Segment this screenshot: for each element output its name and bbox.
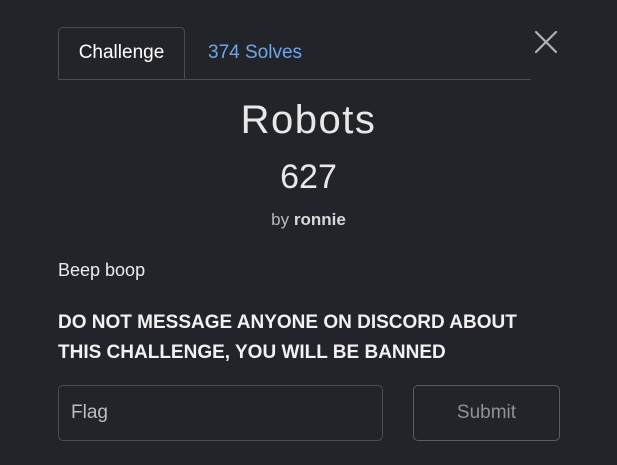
challenge-points: 627 bbox=[280, 158, 337, 196]
submit-button[interactable]: Submit bbox=[413, 385, 560, 441]
challenge-modal: Challenge 374 Solves Robots 627 by ronni… bbox=[0, 0, 617, 465]
tab-solves[interactable]: 374 Solves bbox=[208, 27, 302, 79]
tab-challenge[interactable]: Challenge bbox=[58, 27, 185, 79]
challenge-author: by ronnie bbox=[0, 210, 617, 230]
tab-bar: Challenge 374 Solves bbox=[58, 27, 531, 80]
author-name: ronnie bbox=[293, 210, 346, 229]
close-icon[interactable] bbox=[532, 28, 560, 56]
flag-input[interactable] bbox=[58, 385, 383, 441]
challenge-description: Beep boop bbox=[58, 260, 146, 280]
challenge-warning: DO NOT MESSAGE ANYONE ON DISCORD ABOUT T… bbox=[58, 312, 517, 363]
author-prefix: by bbox=[271, 210, 290, 229]
challenge-title: Robots bbox=[240, 98, 377, 142]
